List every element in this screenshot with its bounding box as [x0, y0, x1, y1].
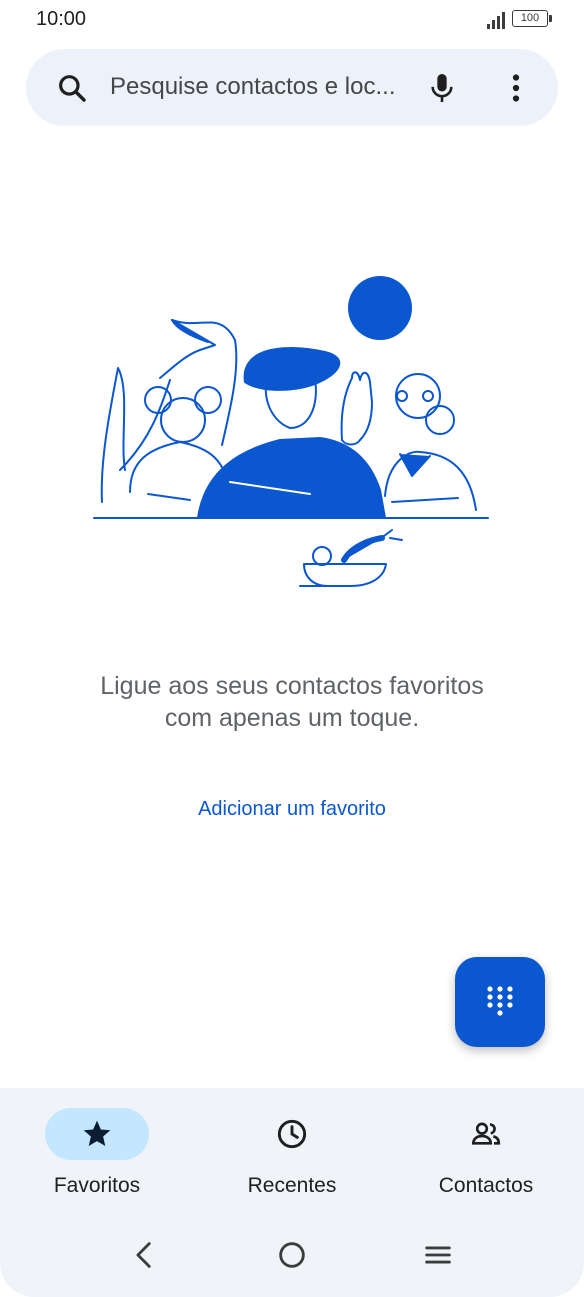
phone-screen: 10:00 100 Pesquise contactos e loc... Li… [0, 0, 584, 1297]
empty-state-message: Ligue aos seus contactos favoritos com a… [100, 672, 484, 732]
mic-icon[interactable] [428, 71, 456, 105]
battery-level: 100 [520, 12, 540, 24]
battery-icon: 100 [512, 10, 548, 27]
nav-item-favorites[interactable]: Favoritos [20, 1108, 180, 1208]
recent-apps-icon[interactable] [421, 1238, 455, 1272]
nav-label-recents: Recentes [247, 1174, 337, 1197]
people-icon [471, 1122, 501, 1145]
nav-item-recents[interactable]: Recentes [215, 1108, 375, 1208]
back-icon[interactable] [128, 1238, 162, 1272]
dialpad-button[interactable] [455, 957, 545, 1047]
add-favorite-link[interactable]: Adicionar um favorito [92, 798, 492, 821]
status-time: 10:00 [36, 8, 87, 30]
nav-label-contacts: Contactos [438, 1174, 534, 1197]
nav-label-favorites: Favoritos [53, 1174, 141, 1197]
bottom-navigation: Favoritos Recentes Contactos [0, 1088, 584, 1297]
star-icon [83, 1120, 111, 1146]
search-bar[interactable]: Pesquise contactos e loc... [26, 49, 558, 126]
battery-tip [549, 15, 552, 22]
dialpad-icon [487, 986, 513, 1016]
nav-item-contacts[interactable]: Contactos [409, 1108, 569, 1208]
home-icon[interactable] [275, 1238, 309, 1272]
clock-icon [277, 1119, 307, 1149]
favorites-illustration [93, 276, 489, 587]
more-options-icon[interactable] [500, 71, 532, 105]
search-icon [59, 75, 86, 102]
search-input[interactable]: Pesquise contactos e loc... [110, 73, 396, 101]
signal-icon [487, 11, 507, 29]
status-bar: 10:00 100 [0, 0, 584, 40]
